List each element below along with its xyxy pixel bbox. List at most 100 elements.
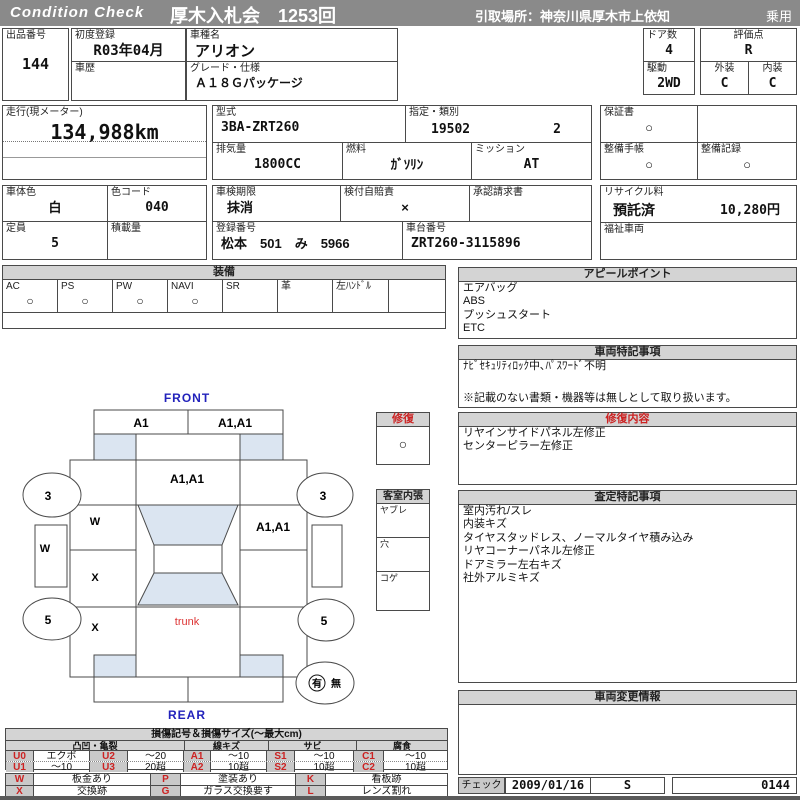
designation-number: 19502 [431, 122, 471, 137]
welfare-vehicle-box: 福祉車両 [600, 222, 797, 260]
transmission-value: AT [523, 156, 540, 172]
special-notes-title: 車両特記事項 [459, 346, 796, 360]
vehicle-history-label: 車歴 [75, 63, 95, 74]
displacement-box: 排気量 1800CC [212, 142, 343, 180]
model-code-value: 3BA-ZRT260 [221, 119, 300, 135]
auction-condition-sheet: Condition Check 厚木入札会 1253回 引取場所：神奈川県厚木市… [0, 0, 800, 800]
interior-grade-box: 内装 C [748, 61, 797, 95]
spare-has-label: 有 [312, 677, 322, 690]
mark-rear-wheel-right: 5 [321, 614, 328, 628]
repair-flag-title: 修復 [377, 413, 429, 427]
interior-grade-label: 内装 [762, 63, 783, 74]
equip-cell-ps: PS ○ [58, 280, 113, 312]
warranty-box: 保証書 ○ [600, 105, 698, 143]
equip-cell-extra [389, 280, 445, 312]
code-legend-table: W 板金あり P 塗装あり K 看板跡 X 交換跡 G ガラス交換要す L レン… [5, 773, 448, 798]
legend-size: 〜10 [211, 751, 267, 761]
displacement-label: 排気量 [216, 144, 246, 155]
cabin-lining-row-tear: ヤブレ [380, 505, 408, 515]
equip-label: 左ﾊﾝﾄﾞﾙ [336, 281, 371, 292]
legend-size: エクボ [34, 751, 90, 761]
equipment-title: 装備 [3, 266, 445, 280]
equip-value: ○ [136, 293, 144, 308]
warranty-value: ○ [645, 119, 653, 135]
assessment-notes-panel: 査定特記事項 室内汚れ/スレ 内装キズ タイヤスタッドレス、ノーマルタイヤ積み込… [458, 490, 797, 683]
score-value: R [744, 42, 753, 58]
capacity-label: 定員 [6, 223, 26, 234]
repair-flag-box: 修復 ○ [376, 412, 430, 465]
class-number: 2 [553, 122, 561, 137]
front-grille [135, 433, 241, 461]
vehicle-category: 乗用 [765, 9, 792, 24]
cabin-lining-title: 客室内張 [377, 490, 429, 504]
assessment-item: ドアミラー左右キズ [463, 558, 562, 571]
repair-detail-item: センターピラー左修正 [463, 440, 573, 453]
first-registration-box: 初度登録 R03年04月 [71, 28, 186, 62]
lot-number-box: 出品番号 144 [2, 28, 69, 101]
doors-box: ドア数 4 [643, 28, 695, 62]
warranty-spare-box [697, 105, 797, 143]
check-date-box: 2009/01/16 S [505, 777, 665, 794]
taillight-right [239, 654, 284, 678]
inspection-expiry-value: 抹消 [227, 199, 254, 215]
load-capacity-box: 積載量 [107, 221, 207, 260]
legend-code: S2 [267, 762, 295, 772]
repair-flag-value: ○ [398, 436, 408, 452]
legend-code: S1 [267, 751, 295, 761]
doors-label: ドア数 [647, 30, 677, 41]
legend-size: 20超 [128, 762, 184, 772]
legend-desc: 看板跡 [371, 774, 402, 785]
mark-front-wheel-left: 3 [45, 489, 52, 503]
model-code-label: 型式 [216, 107, 236, 118]
cabin-lining-row-hole: 穴 [380, 539, 390, 549]
appeal-item: プッシュスタート [463, 308, 551, 321]
odometer-box: 走行(現メーター) 134,988km [2, 105, 207, 180]
grade-box: グレード・仕様 Ａ１８Ｇパッケージ [186, 61, 398, 101]
recycle-fee-box: リサイクル料 預託済 10,280円 [600, 185, 797, 223]
registration-number-label: 登録番号 [216, 223, 256, 234]
rear-wheel-left [22, 597, 82, 641]
brand-logo: Condition Check [10, 4, 145, 21]
lot-number-label: 出品番号 [6, 30, 46, 41]
doors-value: 4 [665, 42, 673, 58]
first-registration-label: 初度登録 [75, 30, 115, 41]
auction-title: 厚木入札会 1253回 [170, 6, 337, 26]
approval-request-label: 承認請求書 [473, 187, 523, 198]
approval-request-box: 承認請求書 [469, 185, 592, 222]
equip-cell-leather: 革 [278, 280, 333, 312]
sheet-number-box: 0144 [672, 777, 797, 794]
liability-insurance-value: × [401, 199, 409, 215]
header-bar: Condition Check 厚木入札会 1253回 引取場所：神奈川県厚木市… [0, 0, 800, 26]
exterior-grade-label: 外装 [714, 63, 735, 74]
equip-cell-sr: SR [223, 280, 278, 312]
damage-legend-table: 損傷記号＆損傷サイズ(〜最大cm) 凸凹・亀裂 線キズ サビ 腐食 U0 エクボ… [5, 728, 448, 772]
car-damage-diagram: FRONT REAR A1 A1,A1 A1,A1 W A1,A1 X X W [22, 391, 355, 722]
mark-front-bumper-left: A1 [133, 416, 149, 430]
mark-left-fender: W [40, 543, 51, 555]
right-fender-strip [311, 524, 343, 588]
mark-right-front-door: A1,A1 [256, 520, 290, 534]
appeal-points-panel: アピールポイント エアバッグ ABS プッシュスタート ETC [458, 267, 797, 339]
spare-none-label: 無 [331, 677, 341, 690]
legend-code: C1 [354, 751, 384, 761]
special-notes-footnote: ※記載のない書類・機器等は無しとして取り扱います。 [463, 391, 737, 404]
equip-cell-pw: PW ○ [113, 280, 168, 312]
welfare-vehicle-label: 福祉車両 [604, 224, 644, 235]
odometer-label: 走行(現メーター) [6, 107, 83, 118]
capacity-value: 5 [51, 235, 59, 251]
recycle-fee-value: 10,280円 [720, 203, 780, 218]
bottom-separator [0, 796, 800, 800]
interior-grade-value: C [768, 75, 777, 91]
repair-detail-item: リヤインサイドパネル左修正 [463, 427, 606, 439]
legend-size: 10超 [295, 762, 354, 772]
assessment-item: リヤコーナーパネル左修正 [463, 545, 595, 558]
legend-desc: 塗装あり [181, 774, 296, 785]
legend-group-scratch: 線キズ [185, 741, 269, 750]
legend-code: C2 [354, 762, 384, 772]
inspection-expiry-box: 車検期限 抹消 [212, 185, 341, 222]
drive-value: 2WD [657, 75, 681, 91]
mark-front-wheel-right: 3 [320, 489, 327, 503]
lot-number-value: 144 [21, 54, 50, 73]
maintenance-record-label: 整備記録 [701, 144, 741, 155]
maintenance-book-value: ○ [645, 156, 653, 172]
